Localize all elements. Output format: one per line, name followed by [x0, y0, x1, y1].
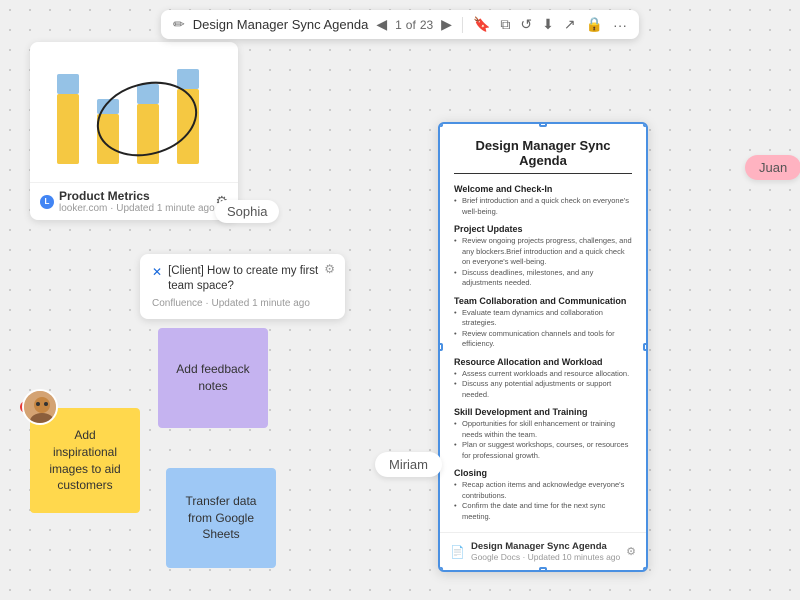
sophia-user: Sophia [215, 200, 279, 223]
doc-bullet-updates-2: Discuss deadlines, milestones, and any a… [454, 268, 632, 289]
doc-footer-info: Design Manager Sync Agenda Google Docs ·… [471, 541, 620, 562]
handle-tl[interactable] [438, 122, 443, 127]
doc-section-resource: Resource Allocation and Workload [454, 357, 632, 367]
doc-bullet-closing-1: Recap action items and acknowledge every… [454, 480, 632, 501]
handle-br[interactable] [643, 567, 648, 572]
doc-footer-title: Design Manager Sync Agenda [471, 541, 620, 552]
google-docs-icon: 📄 [450, 545, 465, 559]
toolbar-nav: 1 of 23 [395, 18, 433, 32]
sticky-note-feedback[interactable]: Add feedback notes [158, 328, 268, 428]
chart-title: Product Metrics [59, 189, 215, 203]
more-icon[interactable]: ··· [613, 17, 627, 33]
looker-icon: L [40, 195, 54, 209]
doc-section-closing: Closing [454, 468, 632, 478]
avatar [22, 389, 58, 425]
refresh-icon[interactable]: ↺ [520, 16, 532, 33]
doc-settings-icon[interactable]: ⚙ [626, 545, 636, 558]
doc-bullet-collab-1: Evaluate team dynamics and collaboration… [454, 308, 632, 329]
doc-bullet-checkin: Brief introduction and a quick check on … [454, 196, 632, 217]
doc-bullet-updates-1: Review ongoing projects progress, challe… [454, 236, 632, 268]
toolbar-title: Design Manager Sync Agenda [193, 17, 369, 32]
nav-left-icon[interactable]: ◀ [376, 16, 387, 33]
confluence-settings-icon[interactable]: ⚙ [324, 262, 335, 276]
doc-footer-left: 📄 Design Manager Sync Agenda Google Docs… [450, 541, 620, 562]
confluence-card: ✕ [Client] How to create my first team s… [140, 254, 345, 319]
sophia-label: Sophia [215, 200, 279, 223]
doc-bullet-collab-2: Review communication channels and tools … [454, 329, 632, 350]
handle-tr[interactable] [643, 122, 648, 127]
miriam-label: Miriam [375, 452, 442, 477]
confluence-title: [Client] How to create my first team spa… [168, 264, 333, 294]
toolbar: ✏ Design Manager Sync Agenda ◀ 1 of 23 ▶… [161, 10, 639, 39]
confluence-header: ✕ [Client] How to create my first team s… [152, 264, 333, 294]
handle-tm[interactable] [539, 122, 547, 127]
doc-bullet-closing-2: Confirm the date and time for the next s… [454, 501, 632, 522]
confluence-icon: ✕ [152, 265, 162, 279]
document-footer: 📄 Design Manager Sync Agenda Google Docs… [440, 532, 646, 570]
chart-subtitle: looker.com · Updated 1 minute ago [59, 203, 215, 214]
sticky-feedback-text: Add feedback notes [170, 361, 256, 395]
sticky-transfer-text: Transfer data from Google Sheets [178, 493, 264, 543]
sticky-inspirational-text: Add inspirational images to aid customer… [42, 427, 128, 494]
chart-footer: L Product Metrics looker.com · Updated 1… [30, 182, 238, 220]
doc-section-collab: Team Collaboration and Communication [454, 296, 632, 306]
chart-footer-left: L Product Metrics looker.com · Updated 1… [40, 189, 215, 214]
handle-bl[interactable] [438, 567, 443, 572]
handle-ml[interactable] [438, 343, 443, 351]
doc-bullet-resource-2: Discuss any potential adjustments or sup… [454, 379, 632, 400]
chart-info: Product Metrics looker.com · Updated 1 m… [59, 189, 215, 214]
handle-bm[interactable] [539, 567, 547, 572]
doc-section-skill: Skill Development and Training [454, 407, 632, 417]
document-content: Design Manager Sync Agenda Welcome and C… [440, 124, 646, 532]
confluence-meta: Confluence · Updated 1 minute ago [152, 298, 333, 309]
toolbar-actions: 🔖 ⧉ ↺ ⬇ ↗ 🔒 ··· [473, 16, 627, 33]
doc-section-checkin: Welcome and Check-In [454, 184, 632, 194]
duplicate-icon[interactable]: ⧉ [500, 16, 510, 33]
download-icon[interactable]: ⬇ [542, 16, 554, 33]
doc-section-updates: Project Updates [454, 224, 632, 234]
bookmark-icon[interactable]: 🔖 [473, 16, 490, 33]
pencil-icon[interactable]: ✏ [173, 16, 185, 33]
doc-bullet-resource-1: Assess current workloads and resource al… [454, 369, 632, 380]
lock-icon[interactable]: 🔒 [586, 16, 603, 33]
doc-bullet-skill-2: Plan or suggest workshops, courses, or r… [454, 440, 632, 461]
document-main-title: Design Manager Sync Agenda [454, 138, 632, 174]
doc-footer-meta: Google Docs · Updated 10 minutes ago [471, 552, 620, 562]
chart-card: L Product Metrics looker.com · Updated 1… [30, 42, 238, 220]
toolbar-separator [462, 17, 463, 33]
sticky-note-transfer[interactable]: Transfer data from Google Sheets [166, 468, 276, 568]
yellow-card-wrapper: 1 Add inspirational images to aid custom… [30, 390, 140, 513]
chart-area [30, 42, 238, 182]
document-card: Design Manager Sync Agenda Welcome and C… [438, 122, 648, 572]
export-icon[interactable]: ↗ [564, 16, 576, 33]
nav-right-icon[interactable]: ▶ [441, 16, 452, 33]
juan-label: Juan [745, 155, 800, 180]
doc-bullet-skill-1: Opportunities for skill enhancement or t… [454, 419, 632, 440]
bar-chart [42, 54, 226, 174]
handle-mr[interactable] [643, 343, 648, 351]
